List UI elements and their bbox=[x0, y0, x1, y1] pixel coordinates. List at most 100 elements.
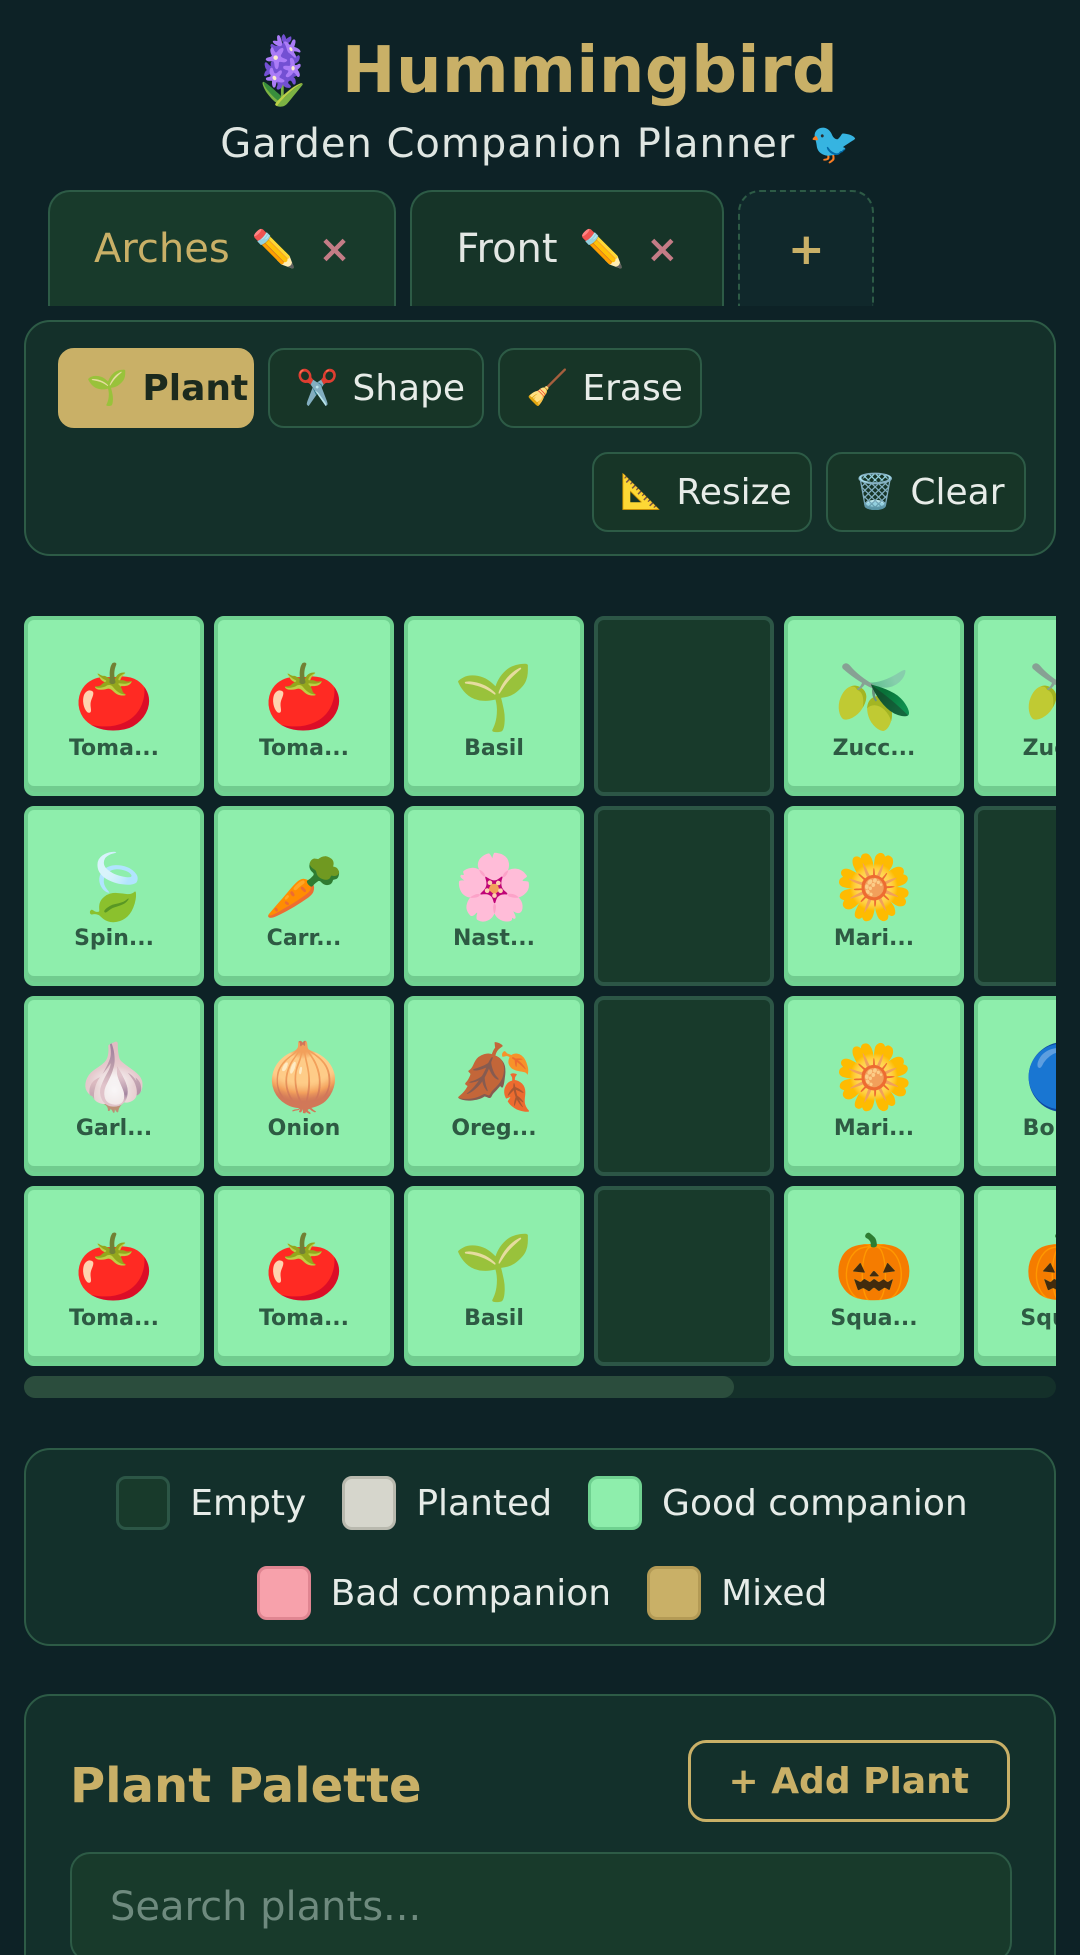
legend-label: Empty bbox=[190, 1482, 307, 1524]
plant-icon: 🌱 bbox=[454, 660, 534, 735]
broom-icon: 🧹 bbox=[526, 368, 569, 408]
plant-label: Basil bbox=[464, 735, 524, 761]
resize-button[interactable]: 📐 Resize bbox=[592, 452, 812, 532]
plant-label: Zucc... bbox=[1022, 735, 1056, 761]
tab-arches[interactable]: Arches ✏️ × bbox=[48, 190, 397, 306]
garden-cell-planted[interactable]: 🍂 Oreg... bbox=[404, 996, 584, 1176]
plant-icon: 🫒 bbox=[834, 660, 914, 735]
plant-label: Toma... bbox=[258, 1305, 350, 1331]
garden-cell-planted[interactable]: 🌱 Basil bbox=[404, 616, 584, 796]
garden-cell-planted[interactable]: 🎃Squa... bbox=[784, 1186, 964, 1366]
empty-swatch bbox=[116, 1476, 171, 1530]
garden-cell-planted[interactable]: 🍃 Spin... bbox=[24, 806, 204, 986]
garden-cell-empty[interactable] bbox=[594, 806, 774, 986]
plant-icon: 🌱 bbox=[454, 1230, 534, 1305]
tab-label: Front bbox=[456, 226, 558, 272]
plant-icon: 🔵 bbox=[1024, 1046, 1056, 1110]
legend-item-empty: Empty bbox=[116, 1476, 306, 1530]
scrollbar-thumb[interactable] bbox=[24, 1376, 734, 1398]
plant-icon: 🌼 bbox=[834, 1040, 914, 1115]
garden-cell-planted[interactable]: 🎃Squa... bbox=[974, 1186, 1056, 1366]
seedling-icon: 🌱 bbox=[86, 368, 129, 408]
hyacinth-icon: 🪻 bbox=[241, 32, 324, 109]
resize-label: Resize bbox=[676, 471, 792, 513]
scissors-icon: ✂️ bbox=[296, 368, 339, 408]
plant-tool-label: Plant bbox=[142, 367, 249, 409]
legend-item-planted: Planted bbox=[342, 1476, 552, 1530]
erase-tool-button[interactable]: 🧹 Erase bbox=[498, 348, 702, 428]
plant-label: Onion bbox=[267, 1115, 341, 1141]
plant-icon: 🍅 bbox=[74, 1230, 154, 1305]
trash-icon: 🗑️ bbox=[854, 472, 897, 512]
garden-grid-viewport[interactable]: 🍅Toma...🍅Toma...🌱Basil🫒Zucc...🫒Zucc...🍃S… bbox=[24, 616, 1056, 1366]
garden-cell-planted[interactable]: 🍅 Toma... bbox=[214, 1186, 394, 1366]
plant-label: Toma... bbox=[68, 1305, 160, 1331]
bad-companion-swatch bbox=[256, 1566, 311, 1620]
garden-cell-planted[interactable]: 🌼 Mari... bbox=[784, 996, 964, 1176]
plant-icon: 🍂 bbox=[454, 1040, 534, 1115]
plant-icon: 🧅 bbox=[264, 1040, 344, 1115]
garden-cell-empty[interactable] bbox=[974, 806, 1056, 986]
garden-cell-planted[interactable]: 🫒Zucc... bbox=[784, 616, 964, 796]
garden-cell-planted[interactable]: 🧅 Onion bbox=[214, 996, 394, 1176]
garden-cell-planted[interactable]: 🫒 Zucc... bbox=[974, 616, 1056, 796]
garden-tabs: Arches ✏️ × Front ✏️ × + bbox=[48, 190, 875, 306]
add-tab-button[interactable]: + bbox=[738, 190, 875, 306]
plant-label: Nast... bbox=[453, 925, 535, 951]
add-plant-button[interactable]: + Add Plant bbox=[687, 1740, 1010, 1822]
garden-cell-planted[interactable]: 🔵 Bora... bbox=[974, 996, 1056, 1176]
pencil-icon[interactable]: ✏️ bbox=[252, 228, 297, 270]
shape-tool-button[interactable]: ✂️ Shape bbox=[268, 348, 484, 428]
garden-cell-planted[interactable]: 🌼 Mari... bbox=[784, 806, 964, 986]
plant-icon: 🌼 bbox=[834, 850, 914, 925]
tab-front[interactable]: Front ✏️ × bbox=[410, 190, 725, 306]
legend-label: Planted bbox=[416, 1482, 553, 1524]
plant-icon: 🍅 bbox=[264, 1230, 344, 1305]
plant-label: Garl... bbox=[75, 1115, 153, 1141]
legend-panel: Empty Planted Good companion Bad compani… bbox=[24, 1448, 1056, 1646]
plant-icon: 🫒 bbox=[1024, 666, 1056, 730]
garden-cell-planted[interactable]: 🥕 Carr... bbox=[214, 806, 394, 986]
garden-cell-planted[interactable]: 🌸 Nast... bbox=[404, 806, 584, 986]
horizontal-scrollbar[interactable] bbox=[24, 1376, 1056, 1398]
clear-label: Clear bbox=[910, 471, 1005, 513]
pencil-icon[interactable]: ✏️ bbox=[580, 228, 625, 270]
shape-tool-label: Shape bbox=[352, 367, 466, 409]
plant-label: Mari... bbox=[833, 1115, 915, 1141]
close-icon[interactable]: × bbox=[319, 227, 351, 271]
search-plants-input[interactable] bbox=[70, 1852, 1012, 1955]
garden-cell-planted[interactable]: 🍅 Toma... bbox=[24, 616, 204, 796]
clear-button[interactable]: 🗑️ Clear bbox=[826, 452, 1026, 532]
garden-cell-planted[interactable]: 🧄 Garl... bbox=[24, 996, 204, 1176]
garden-cell-planted[interactable]: 🍅 Toma... bbox=[24, 1186, 204, 1366]
plant-icon: 🌸 bbox=[454, 850, 534, 925]
tool-panel: 🌱 Plant ✂️ Shape 🧹 Erase 📐 Resize 🗑️ Cle… bbox=[24, 320, 1056, 556]
plant-label: Basil bbox=[464, 1305, 524, 1331]
legend-row: Empty Planted Good companion bbox=[26, 1476, 1058, 1530]
legend-item-bad-companion: Bad companion bbox=[256, 1566, 612, 1620]
close-icon[interactable]: × bbox=[646, 227, 678, 271]
app-root: 🪻 Hummingbird Garden Companion Planner 🐦… bbox=[0, 0, 1080, 1955]
app-subtitle: Garden Companion Planner 🐦 bbox=[220, 121, 860, 167]
triangle-ruler-icon: 📐 bbox=[620, 472, 663, 512]
legend-item-good-companion: Good companion bbox=[588, 1476, 968, 1530]
legend-label: Bad companion bbox=[330, 1572, 612, 1614]
garden-cell-planted[interactable]: 🍅 Toma... bbox=[214, 616, 394, 796]
plant-label: Zucc... bbox=[832, 735, 916, 761]
plant-label: Toma... bbox=[68, 735, 160, 761]
garden-cell-empty[interactable] bbox=[594, 616, 774, 796]
plant-icon: 🍅 bbox=[264, 660, 344, 735]
plant-label: Spin... bbox=[74, 925, 154, 951]
plant-tool-button[interactable]: 🌱 Plant bbox=[58, 348, 254, 428]
garden-cell-planted[interactable]: 🌱 Basil bbox=[404, 1186, 584, 1366]
plant-icon: 🥕 bbox=[264, 850, 344, 925]
title-row: 🪻 Hummingbird bbox=[0, 26, 1080, 116]
app-title: Hummingbird bbox=[341, 34, 839, 108]
legend-row: Bad companion Mixed bbox=[26, 1566, 1058, 1620]
planted-swatch bbox=[342, 1476, 397, 1530]
garden-cell-empty[interactable] bbox=[594, 1186, 774, 1366]
legend-label: Mixed bbox=[721, 1572, 828, 1614]
plant-icon: 🍃 bbox=[74, 850, 154, 925]
tab-label: Arches bbox=[94, 226, 230, 272]
garden-cell-empty[interactable] bbox=[594, 996, 774, 1176]
